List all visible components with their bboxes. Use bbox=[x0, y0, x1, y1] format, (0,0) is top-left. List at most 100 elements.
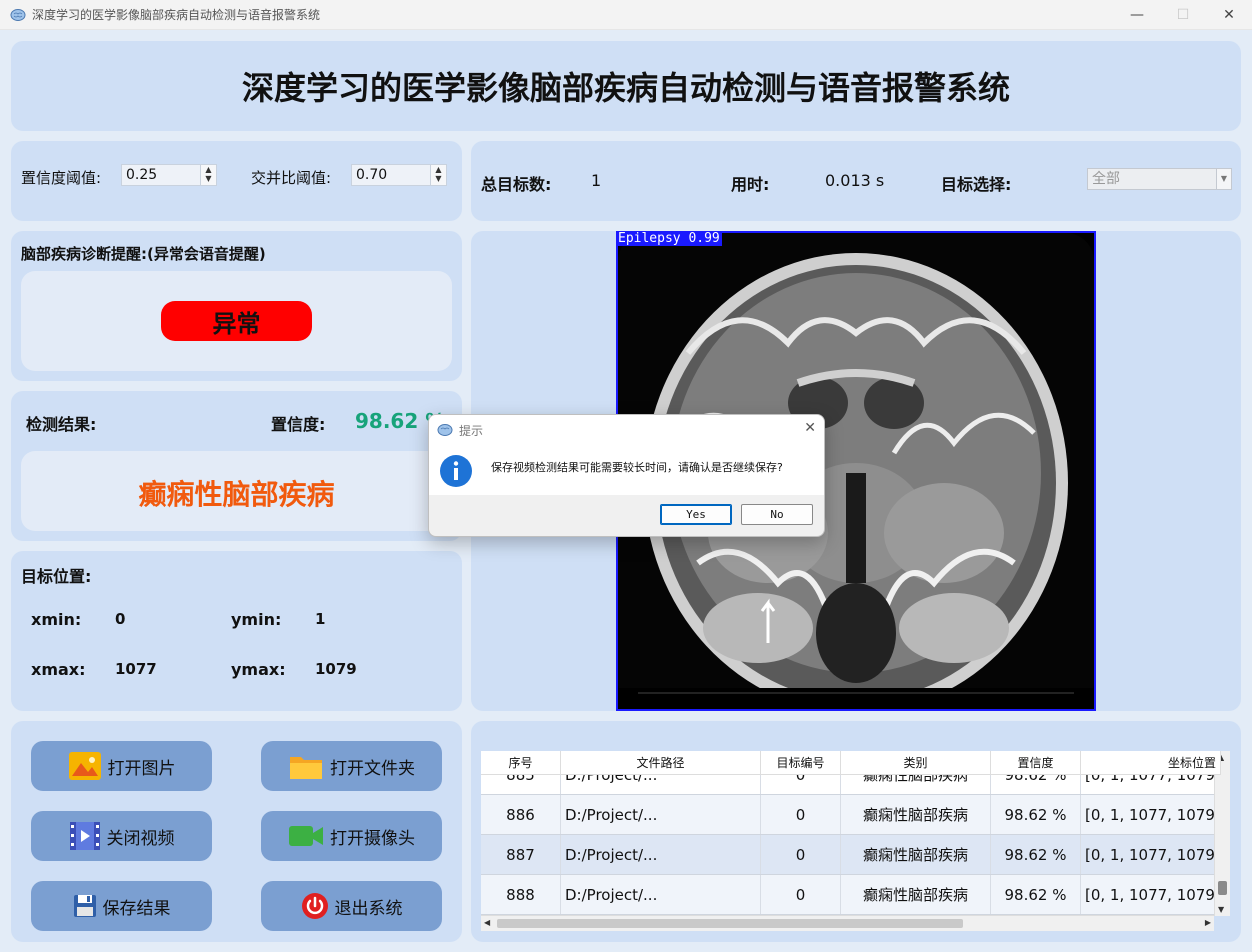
col-class-header[interactable]: 类别 bbox=[841, 751, 991, 774]
dialog-titlebar: 提示 ✕ bbox=[429, 415, 824, 445]
table-row[interactable]: 888 D:/Project/... 0 癫痫性脑部疾病 98.62 % [0,… bbox=[481, 875, 1221, 915]
time-value: 0.013 s bbox=[825, 171, 885, 190]
scroll-thumb[interactable] bbox=[497, 919, 963, 928]
col-target-id-header[interactable]: 目标编号 bbox=[761, 751, 841, 774]
window-titlebar: 深度学习的医学影像脑部疾病自动检测与语音报警系统 — ☐ ✕ bbox=[0, 0, 1252, 30]
open-camera-label: 打开摄像头 bbox=[330, 828, 415, 849]
col-conf-header[interactable]: 置信度 bbox=[991, 751, 1081, 774]
time-label: 用时: bbox=[731, 175, 770, 194]
result-conf-label: 置信度: bbox=[271, 415, 326, 434]
cell-bbox: [0, 1, 1077, 1079] bbox=[1081, 795, 1221, 834]
scroll-thumb[interactable] bbox=[1218, 881, 1227, 895]
iou-threshold-spinbox[interactable]: 0.70 ▲ ▼ bbox=[351, 164, 447, 186]
diagnosis-panel: 脑部疾病诊断提醒:(异常会语音提醒) 异常 bbox=[11, 231, 462, 381]
folder-icon bbox=[288, 751, 324, 781]
result-class-name: 癫痫性脑部疾病 bbox=[138, 478, 335, 511]
target-select-dropdown[interactable]: 全部 ▼ bbox=[1087, 168, 1232, 190]
target-select-value: 全部 bbox=[1092, 171, 1120, 187]
open-camera-button[interactable]: 打开摄像头 bbox=[261, 811, 442, 861]
table-horizontal-scrollbar[interactable]: ◀ ▶ bbox=[481, 915, 1214, 931]
cell-conf: 98.62 % bbox=[991, 875, 1081, 914]
open-folder-button[interactable]: 打开文件夹 bbox=[261, 741, 442, 791]
detection-label: Epilepsy 0.99 bbox=[616, 231, 722, 246]
power-icon bbox=[301, 892, 329, 920]
cell-conf: 98.62 % bbox=[991, 835, 1081, 874]
results-table[interactable]: 序号 文件路径 目标编号 类别 置信度 坐标位置 885 D:/Project/… bbox=[481, 751, 1230, 916]
close-window-button[interactable]: ✕ bbox=[1206, 0, 1252, 30]
maximize-button[interactable]: ☐ bbox=[1160, 0, 1206, 30]
brain-app-icon bbox=[437, 424, 453, 436]
window-title: 深度学习的医学影像脑部疾病自动检测与语音报警系统 bbox=[32, 8, 321, 22]
scroll-left-arrow-icon[interactable]: ◀ bbox=[484, 918, 490, 927]
col-bbox-header[interactable]: 坐标位置 bbox=[1081, 751, 1221, 774]
total-targets-label: 总目标数: bbox=[481, 175, 552, 194]
position-panel: 目标位置: xmin: 0 ymin: 1 xmax: 1077 ymax: 1… bbox=[11, 551, 462, 711]
chevron-down-icon[interactable]: ▼ bbox=[1216, 169, 1231, 189]
image-icon bbox=[68, 751, 102, 781]
xmin-label: xmin: bbox=[31, 610, 82, 629]
dialog-yes-button[interactable]: Yes bbox=[660, 504, 732, 525]
cell-target-id: 0 bbox=[761, 875, 841, 914]
dialog-no-button[interactable]: No bbox=[741, 504, 813, 525]
exit-label: 退出系统 bbox=[334, 898, 403, 919]
xmax-label: xmax: bbox=[31, 660, 86, 679]
target-select-label: 目标选择: bbox=[941, 175, 1012, 194]
video-film-icon bbox=[69, 821, 101, 851]
result-label: 检测结果: bbox=[26, 415, 97, 434]
cell-conf: 98.62 % bbox=[991, 795, 1081, 834]
table-header: 序号 文件路径 目标编号 类别 置信度 坐标位置 bbox=[481, 751, 1221, 775]
open-image-button[interactable]: 打开图片 bbox=[31, 741, 212, 791]
conf-threshold-label: 置信度阈值: bbox=[21, 169, 102, 187]
cell-class: 癫痫性脑部疾病 bbox=[841, 795, 991, 834]
cell-class: 癫痫性脑部疾病 bbox=[841, 835, 991, 874]
save-result-button[interactable]: 保存结果 bbox=[31, 881, 212, 931]
cell-path: D:/Project/... bbox=[561, 795, 761, 834]
info-icon bbox=[440, 455, 472, 487]
brain-app-icon bbox=[10, 8, 26, 21]
ymin-label: ymin: bbox=[231, 610, 282, 629]
position-title: 目标位置: bbox=[21, 567, 92, 586]
cell-index: 888 bbox=[481, 875, 561, 914]
xmin-value: 0 bbox=[115, 610, 126, 628]
save-disk-icon bbox=[73, 894, 97, 918]
cell-bbox: [0, 1, 1077, 1079] bbox=[1081, 875, 1221, 914]
scroll-down-arrow-icon[interactable]: ▼ bbox=[1218, 905, 1224, 914]
table-row[interactable]: 886 D:/Project/... 0 癫痫性脑部疾病 98.62 % [0,… bbox=[481, 795, 1221, 835]
cell-index: 887 bbox=[481, 835, 561, 874]
iou-threshold-label: 交并比阈值: bbox=[251, 169, 332, 187]
spin-arrows-icon[interactable]: ▲ ▼ bbox=[200, 165, 216, 185]
save-result-label: 保存结果 bbox=[102, 898, 171, 919]
table-row[interactable]: 887 D:/Project/... 0 癫痫性脑部疾病 98.62 % [0,… bbox=[481, 835, 1221, 875]
close-video-label: 关闭视频 bbox=[106, 828, 175, 849]
open-folder-label: 打开文件夹 bbox=[330, 758, 415, 779]
header-panel: 深度学习的医学影像脑部疾病自动检测与语音报警系统 bbox=[11, 41, 1241, 131]
page-title: 深度学习的医学影像脑部疾病自动检测与语音报警系统 bbox=[241, 69, 1010, 107]
spin-arrows-icon[interactable]: ▲ ▼ bbox=[430, 165, 446, 185]
params-panel: 置信度阈值: 0.25 ▲ ▼ 交并比阈值: 0.70 ▲ ▼ bbox=[11, 141, 462, 221]
col-path-header[interactable]: 文件路径 bbox=[561, 751, 761, 774]
xmax-value: 1077 bbox=[115, 660, 157, 678]
camera-icon bbox=[288, 823, 324, 849]
diagnosis-title: 脑部疾病诊断提醒:(异常会语音提醒) bbox=[21, 245, 266, 263]
ymax-label: ymax: bbox=[231, 660, 286, 679]
scroll-right-arrow-icon[interactable]: ▶ bbox=[1205, 918, 1211, 927]
diagnosis-status-badge: 异常 bbox=[161, 301, 312, 341]
cell-index: 886 bbox=[481, 795, 561, 834]
col-index-header[interactable]: 序号 bbox=[481, 751, 561, 774]
dialog-message: 保存视频检测结果可能需要较长时间，请确认是否继续保存? bbox=[491, 461, 783, 474]
minimize-button[interactable]: — bbox=[1114, 0, 1160, 30]
table-vertical-scrollbar[interactable]: ▲ ▼ bbox=[1214, 751, 1230, 916]
diagnosis-box: 异常 bbox=[21, 271, 452, 371]
open-image-label: 打开图片 bbox=[107, 758, 176, 779]
ymin-value: 1 bbox=[315, 610, 326, 628]
cell-target-id: 0 bbox=[761, 795, 841, 834]
exit-button[interactable]: 退出系统 bbox=[261, 881, 442, 931]
cell-path: D:/Project/... bbox=[561, 835, 761, 874]
stats-panel: 总目标数: 1 用时: 0.013 s 目标选择: 全部 ▼ bbox=[471, 141, 1241, 221]
close-video-button[interactable]: 关闭视频 bbox=[31, 811, 212, 861]
conf-threshold-spinbox[interactable]: 0.25 ▲ ▼ bbox=[121, 164, 217, 186]
dialog-close-icon[interactable]: ✕ bbox=[804, 420, 816, 436]
cell-class: 癫痫性脑部疾病 bbox=[841, 875, 991, 914]
cell-target-id: 0 bbox=[761, 835, 841, 874]
cell-bbox: [0, 1, 1077, 1079] bbox=[1081, 835, 1221, 874]
